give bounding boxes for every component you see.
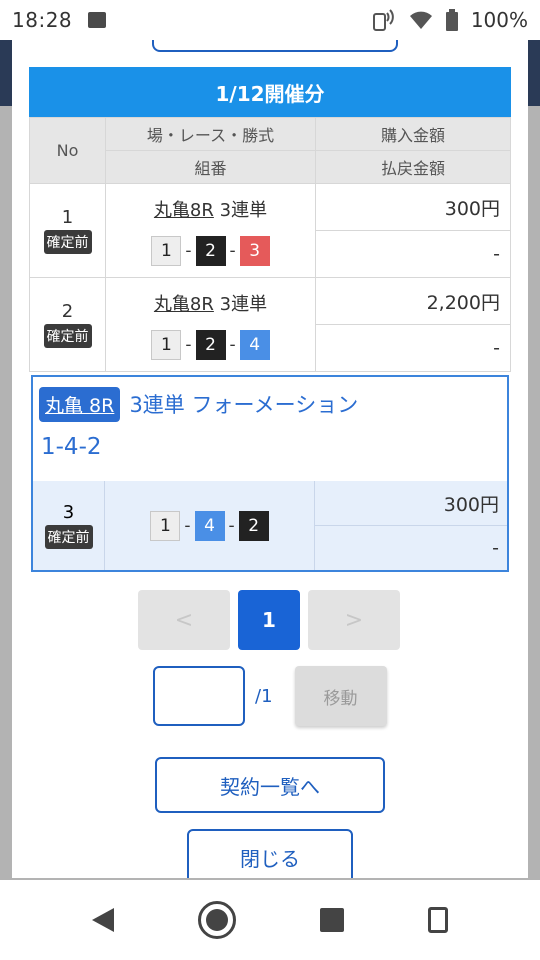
battery-icon [445,9,458,31]
home-icon[interactable] [198,901,236,939]
combo-dash: - [185,240,192,261]
current-page-button[interactable]: 1 [238,590,300,650]
wifi-icon [409,11,432,29]
status-badge: 確定前 [43,230,92,254]
combo-second: 4 [194,510,225,541]
formation-card-header: 丸亀 8R 3連単 フォーメーション 1-4-2 [33,377,507,483]
formation-row: 3 確定前 1 - 4 - 2 300円 - [33,481,507,570]
table-row: 1 確定前 丸亀8R 3連単 1 - 2 - 3 300円 [29,183,511,278]
bet-type: 3連単 [219,199,268,221]
session-header: 1/12開催分 [29,67,511,117]
combo-second: 2 [195,329,226,360]
purchase-amount: 300円 [315,183,511,231]
status-badge: 確定前 [44,525,93,549]
combo-dash: - [229,334,236,355]
close-button[interactable]: 閉じる [187,829,353,878]
next-page-button[interactable]: > [308,590,400,650]
col-purchase: 購入金額 [315,117,511,151]
payout-amount: - [492,537,499,559]
formation-combo-text: 1-4-2 [41,434,102,460]
combo-dash: - [228,515,235,536]
combo-third: 3 [239,235,270,266]
combo-third: 2 [238,510,269,541]
image-notification-icon [88,12,107,28]
row-no-cell: 1 確定前 [29,183,106,278]
race-line: 丸亀8R 3連単 [106,196,315,222]
row-no-cell: 3 確定前 [33,481,105,570]
total-pages: /1 [255,685,273,707]
col-payout: 払戻金額 [315,150,511,184]
combo-first: 1 [151,235,182,266]
payout-amount: - [315,230,511,278]
page-number-input[interactable] [153,666,245,726]
prev-page-button[interactable]: < [138,590,230,650]
formation-card[interactable]: 丸亀 8R 3連単 フォーメーション 1-4-2 3 確定前 1 - 4 - 2… [31,375,509,572]
race-line: 丸亀8R 3連単 [106,290,315,316]
row-number: 2 [61,301,74,322]
row-number: 3 [62,502,75,523]
combo: 1 - 2 - 3 [151,235,270,266]
nfc-phone-icon [372,9,394,31]
bet-type: 3連単 [219,293,268,315]
row-bet-cell: 丸亀8R 3連単 1 - 2 - 3 [105,183,316,278]
col-no: No [29,117,106,184]
system-nav-bar [0,880,540,960]
bets-table: No 場・レース・勝式 購入金額 組番 払戻金額 1 確定前 丸亀8R 3連単 … [29,117,511,372]
venue-link[interactable]: 丸亀8R [154,200,214,221]
venue-link[interactable]: 丸亀8R [154,294,214,315]
purchase-amount: 300円 [315,481,507,526]
bet-list-modal: 1/12開催分 No 場・レース・勝式 購入金額 組番 払戻金額 1 確定前 丸… [12,40,528,878]
formation-title: 3連単 フォーメーション [129,393,359,417]
status-bar: 18:28 100% [0,0,540,40]
amount-cell: 300円 - [315,481,507,570]
combo-third: 4 [239,329,270,360]
page-jump: /1 移動 [153,666,387,726]
row-no-cell: 2 確定前 [29,277,106,372]
combo-first: 1 [150,510,181,541]
back-icon[interactable] [92,908,114,932]
combo-dash: - [229,240,236,261]
background-left-edge [0,40,12,106]
row-number: 1 [61,207,74,228]
combo-dash: - [184,515,191,536]
combo-dash: - [185,334,192,355]
status-right: 100% [371,8,528,32]
rotate-icon[interactable] [428,907,448,933]
status-badge: 確定前 [43,324,92,348]
payout-amount: - [315,324,511,372]
row-bet-cell: 1 - 4 - 2 [105,481,315,570]
table-row: 2 確定前 丸亀8R 3連単 1 - 2 - 4 2,200円 [29,277,511,372]
pagination: < 1 > [138,590,400,650]
combo: 1 - 4 - 2 [150,510,269,541]
combo-second: 2 [195,235,226,266]
col-race: 場・レース・勝式 [105,117,316,151]
recent-apps-icon[interactable] [320,908,344,932]
background-right-edge [528,40,540,106]
contract-list-button[interactable]: 契約一覧へ [155,757,385,813]
status-time: 18:28 [12,8,73,32]
venue-tag[interactable]: 丸亀 8R [39,387,121,422]
col-combo: 組番 [105,150,316,184]
combo: 1 - 2 - 4 [151,329,270,360]
move-button[interactable]: 移動 [294,666,387,726]
combo-first: 1 [151,329,182,360]
purchase-amount: 2,200円 [315,277,511,325]
battery-percent: 100% [470,8,528,32]
scrolled-button-edge[interactable] [152,40,398,52]
row-bet-cell: 丸亀8R 3連単 1 - 2 - 4 [105,277,316,372]
